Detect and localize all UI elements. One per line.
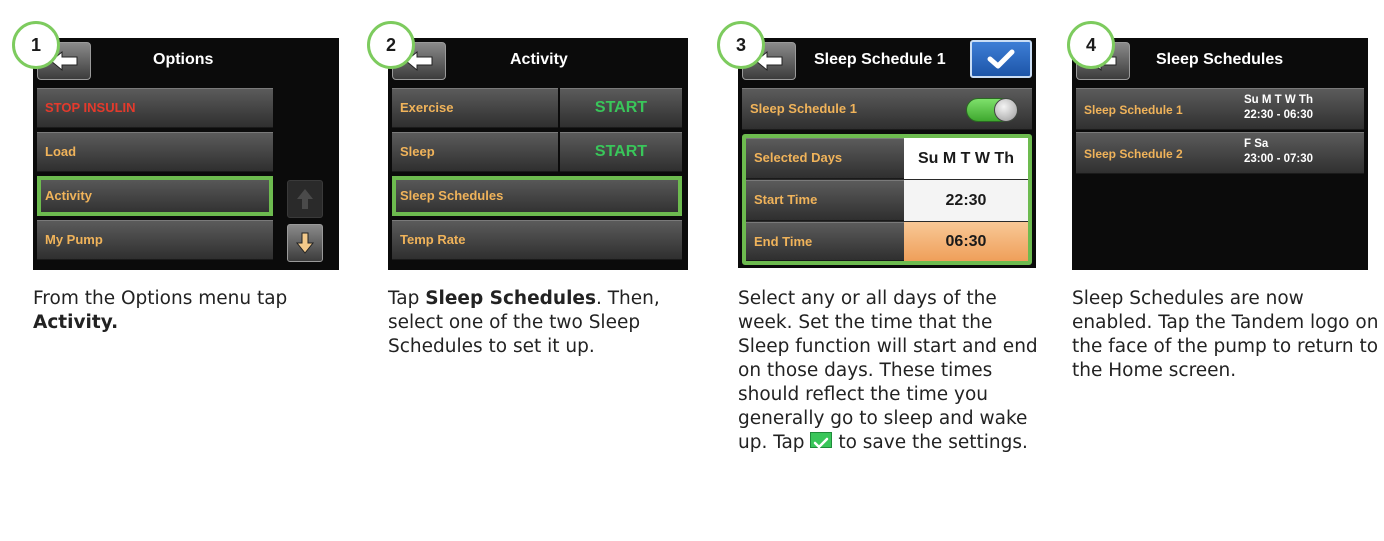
- sleep-schedule-1-row[interactable]: Sleep Schedule 1 Su M T W Th 22:30 - 06:…: [1076, 88, 1364, 130]
- start-time-label[interactable]: Start Time: [746, 180, 904, 221]
- pump-screen-activity: Activity Exercise START Sleep START Slee…: [388, 38, 688, 270]
- caption-text: Select any or all days of the week. Set …: [738, 288, 1038, 453]
- schedule-times: 22:30 - 06:30: [1244, 109, 1314, 121]
- topbar: Options: [33, 38, 339, 82]
- schedule-settings-group: Selected Days Su M T W Th Start Time 22:…: [742, 134, 1032, 265]
- step-badge: 3: [717, 21, 765, 69]
- schedule-detail: F Sa 23:00 - 07:30: [1244, 137, 1313, 167]
- step-1: 1 Options STOP INSULIN Load Activity My …: [0, 0, 339, 541]
- pump-screen-sleep-schedules: Sleep Schedules Sleep Schedule 1 Su M T …: [1072, 38, 1368, 270]
- caption-emphasis: Activity.: [33, 312, 119, 333]
- arrow-up-icon: [297, 189, 313, 209]
- step-3: 3 Sleep Schedule 1 Sleep Schedule 1 Sele: [705, 0, 1038, 541]
- topbar: Activity: [388, 38, 688, 82]
- toggle-label: Sleep Schedule 1: [750, 101, 857, 116]
- selected-days-value[interactable]: Su M T W Th: [904, 138, 1028, 179]
- scroll-up-button[interactable]: [287, 180, 323, 218]
- step-badge: 1: [12, 21, 60, 69]
- schedule-times: 23:00 - 07:30: [1244, 153, 1314, 165]
- caption-text: Tap: [388, 288, 426, 309]
- step-caption: From the Options menu tap Activity.: [33, 287, 333, 335]
- step-badge: 2: [367, 21, 415, 69]
- arrow-down-icon: [295, 232, 315, 254]
- menu-item-my-pump[interactable]: My Pump: [37, 220, 273, 260]
- schedule-enabled-toggle[interactable]: [966, 98, 1018, 122]
- start-time-value[interactable]: 22:30: [904, 180, 1028, 221]
- step-badge: 4: [1067, 21, 1115, 69]
- checkmark-icon: [810, 432, 833, 449]
- checkmark-icon: [987, 49, 1015, 69]
- menu-item-sleep[interactable]: Sleep: [392, 132, 558, 172]
- menu-item-activity[interactable]: Activity: [37, 176, 273, 216]
- schedule-name: Sleep Schedule 1: [1084, 103, 1183, 117]
- exercise-start-button[interactable]: START: [560, 88, 682, 128]
- pump-screen-options: Options STOP INSULIN Load Activity My Pu…: [33, 38, 339, 270]
- menu-item-exercise[interactable]: Exercise: [392, 88, 558, 128]
- sleep-schedule-2-row[interactable]: Sleep Schedule 2 F Sa 23:00 - 07:30: [1076, 132, 1364, 174]
- end-time-label[interactable]: End Time: [746, 222, 904, 261]
- schedule-days: F Sa: [1244, 138, 1269, 150]
- menu-item-stop-insulin[interactable]: STOP INSULIN: [37, 88, 273, 128]
- step-2: 2 Activity Exercise START Sleep START Sl…: [355, 0, 688, 541]
- menu-item-load[interactable]: Load: [37, 132, 273, 172]
- end-time-value[interactable]: 06:30: [904, 222, 1028, 261]
- sleep-start-button[interactable]: START: [560, 132, 682, 172]
- pump-screen-sleep-schedule-1: Sleep Schedule 1 Sleep Schedule 1 Select…: [738, 38, 1036, 268]
- caption-emphasis: Sleep Schedules: [425, 288, 596, 309]
- schedule-detail: Su M T W Th 22:30 - 06:30: [1244, 93, 1313, 123]
- menu-item-sleep-schedules[interactable]: Sleep Schedules: [392, 176, 682, 216]
- confirm-button[interactable]: [970, 40, 1032, 78]
- scroll-down-button[interactable]: [287, 224, 323, 262]
- caption-text-cont: to save the settings.: [832, 432, 1028, 453]
- screen-title: Sleep Schedules: [1156, 51, 1284, 68]
- schedule-name: Sleep Schedule 2: [1084, 147, 1183, 161]
- toggle-knob: [994, 98, 1018, 122]
- menu-item-temp-rate[interactable]: Temp Rate: [392, 220, 682, 260]
- step-caption: Tap Sleep Schedules. Then, select one of…: [388, 287, 683, 359]
- caption-text: From the Options menu tap: [33, 288, 288, 309]
- step-caption: Select any or all days of the week. Set …: [738, 287, 1038, 455]
- screen-title: Sleep Schedule 1: [814, 51, 946, 68]
- screen-title: Options: [153, 51, 214, 68]
- step-4: 4 Sleep Schedules Sleep Schedule 1 Su M …: [1055, 0, 1378, 541]
- topbar: Sleep Schedule 1: [738, 38, 1036, 82]
- sleep-schedule-toggle-row: Sleep Schedule 1: [742, 88, 1032, 130]
- topbar: Sleep Schedules: [1072, 38, 1368, 82]
- schedule-days: Su M T W Th: [1244, 94, 1313, 106]
- step-caption: Sleep Schedules are now enabled. Tap the…: [1072, 288, 1379, 381]
- screen-title: Activity: [510, 51, 568, 68]
- selected-days-label[interactable]: Selected Days: [746, 138, 904, 179]
